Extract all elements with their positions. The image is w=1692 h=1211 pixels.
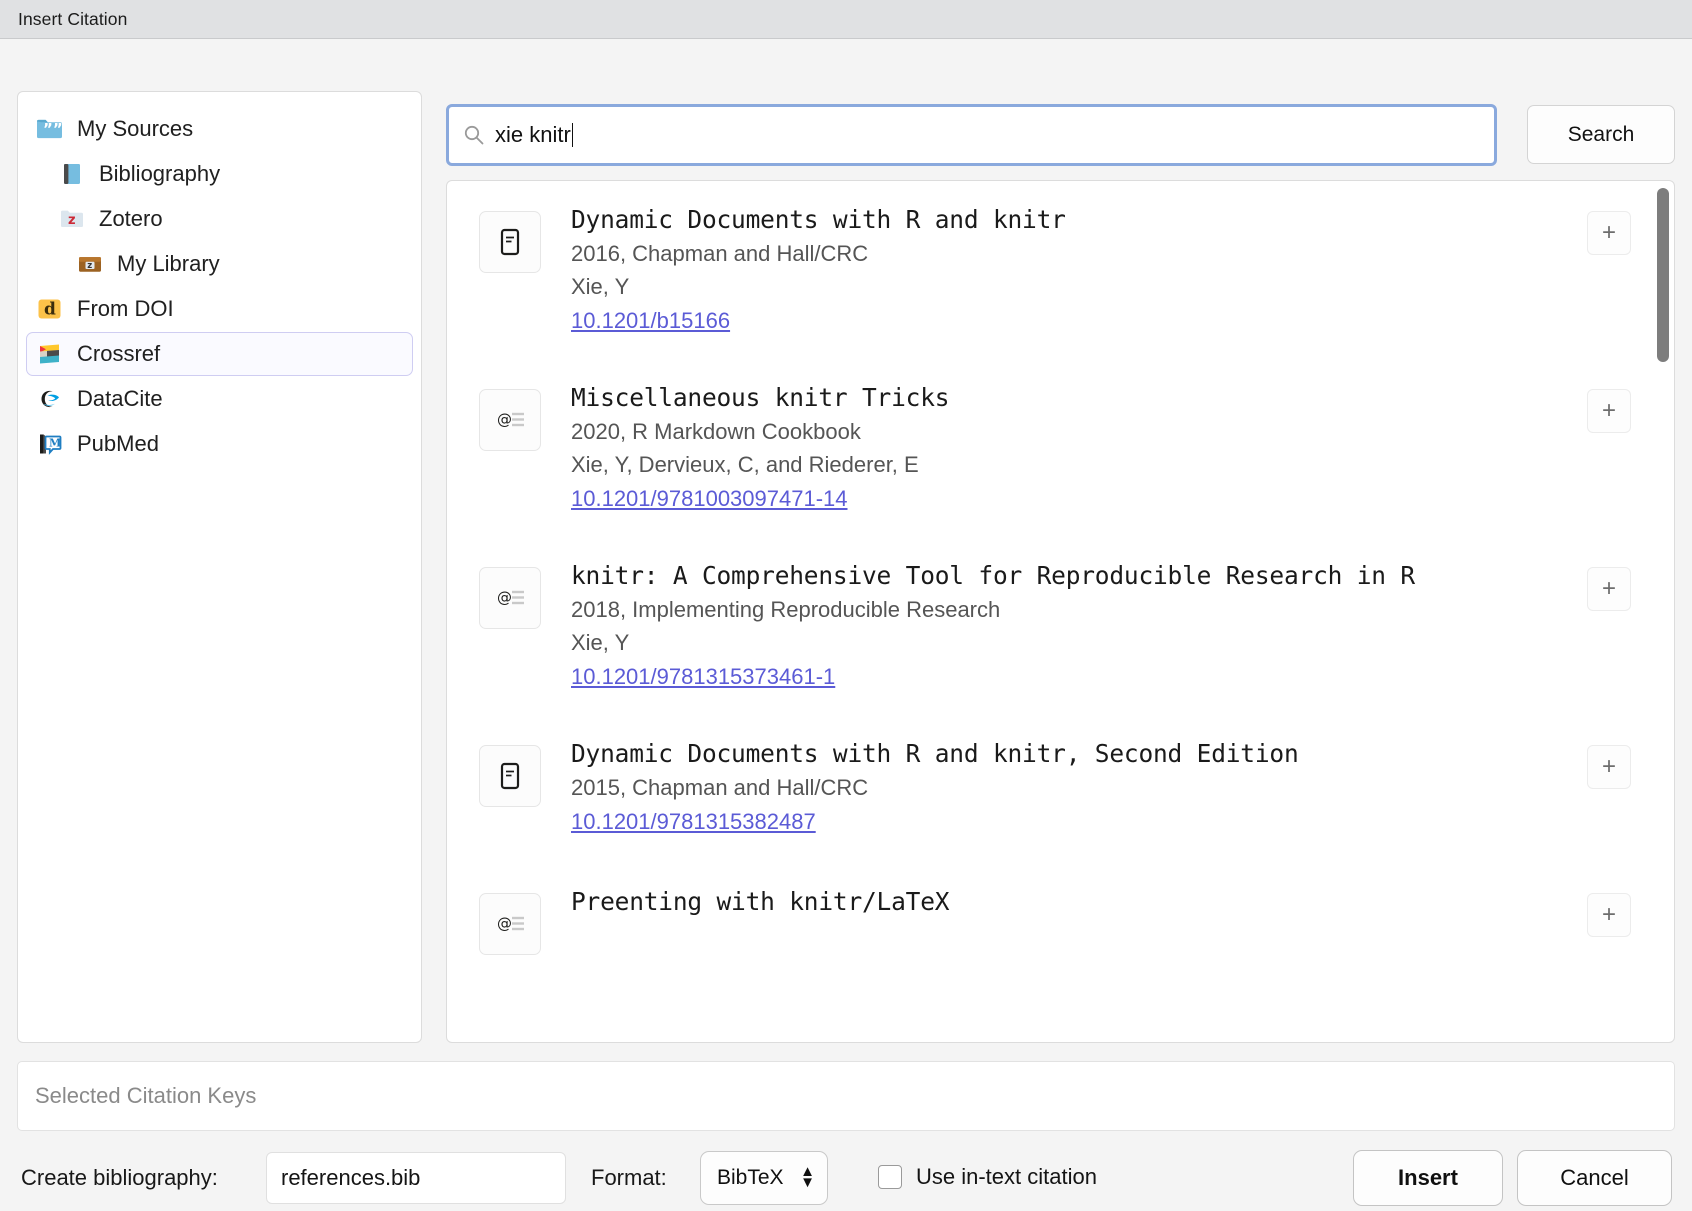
result-text: Dynamic Documents with R and knitr, Seco… xyxy=(571,737,1675,838)
result-doi-link[interactable]: 10.1201/9781315373461-1 xyxy=(571,660,835,693)
book-icon xyxy=(57,159,87,189)
sidebar-item-label: My Library xyxy=(117,251,220,277)
selected-citation-keys-placeholder: Selected Citation Keys xyxy=(35,1083,256,1109)
result-text: Preenting with knitr/LaTeX xyxy=(571,885,1675,919)
result-text: Dynamic Documents with R and knitr 2016,… xyxy=(571,203,1675,337)
svg-text:d: d xyxy=(44,300,56,320)
result-doi-link[interactable]: 10.1201/9781003097471-14 xyxy=(571,482,848,515)
result-title: Preenting with knitr/LaTeX xyxy=(571,885,1675,919)
sidebar-item-datacite[interactable]: DataCite xyxy=(26,377,413,421)
sidebar-item-pubmed[interactable]: M PubMed xyxy=(26,422,413,466)
result-item[interactable]: @ knitr: A Comprehensive Tool for Reprod… xyxy=(447,537,1675,715)
sources-sidebar: ”” My Sources Bibliography z Zotero xyxy=(17,91,422,1043)
search-results-panel: Dynamic Documents with R and knitr 2016,… xyxy=(446,180,1675,1043)
result-meta: 2015, Chapman and Hall/CRC xyxy=(571,771,1675,804)
book-document-icon xyxy=(479,211,541,273)
sidebar-item-label: Bibliography xyxy=(99,161,220,187)
sidebar-item-label: My Sources xyxy=(77,116,193,142)
sidebar-item-label: DataCite xyxy=(77,386,163,412)
add-citation-button[interactable]: + xyxy=(1587,211,1631,255)
dialog-footer: Create bibliography: references.bib Form… xyxy=(0,1149,1692,1211)
sidebar-item-zotero[interactable]: z Zotero xyxy=(26,197,413,241)
result-item[interactable]: @ Preenting with knitr/LaTeX + xyxy=(447,863,1675,1011)
selected-citation-keys-input[interactable]: Selected Citation Keys xyxy=(17,1061,1675,1131)
result-authors: Xie, Y xyxy=(571,626,1675,659)
result-meta: 2018, Implementing Reproducible Research xyxy=(571,593,1675,626)
search-input[interactable]: xie knitr xyxy=(446,104,1497,166)
doi-icon: d xyxy=(35,294,65,324)
chapter-document-icon: @ xyxy=(479,389,541,451)
format-select-value: BibTeX xyxy=(717,1166,784,1190)
svg-text:@: @ xyxy=(497,589,512,607)
search-input-value: xie knitr xyxy=(495,122,571,148)
add-citation-button[interactable]: + xyxy=(1587,745,1631,789)
svg-text:z: z xyxy=(87,261,92,271)
crossref-icon xyxy=(35,339,65,369)
result-meta: 2020, R Markdown Cookbook xyxy=(571,415,1675,448)
cancel-button[interactable]: Cancel xyxy=(1517,1150,1672,1206)
search-icon xyxy=(463,124,485,146)
results-scrollbar-thumb[interactable] xyxy=(1657,188,1669,362)
add-citation-button[interactable]: + xyxy=(1587,893,1631,937)
svg-text:M: M xyxy=(49,437,61,450)
result-title: Dynamic Documents with R and knitr xyxy=(571,203,1675,237)
bibliography-filename-input[interactable]: references.bib xyxy=(266,1152,566,1204)
insert-button[interactable]: Insert xyxy=(1353,1150,1503,1206)
quote-folder-icon: ”” xyxy=(35,114,65,144)
format-select[interactable]: BibTeX ▲▼ xyxy=(700,1151,828,1205)
search-row: xie knitr Search xyxy=(446,104,1675,166)
create-bibliography-label: Create bibliography: xyxy=(21,1165,218,1191)
pubmed-icon: M xyxy=(35,429,65,459)
result-title: knitr: A Comprehensive Tool for Reproduc… xyxy=(571,559,1675,593)
book-document-icon xyxy=(479,745,541,807)
sidebar-item-label: Zotero xyxy=(99,206,163,232)
sidebar-item-label: From DOI xyxy=(77,296,174,322)
svg-text:@: @ xyxy=(497,411,512,429)
dialog-body: ”” My Sources Bibliography z Zotero xyxy=(0,39,1692,1211)
result-meta: 2016, Chapman and Hall/CRC xyxy=(571,237,1675,270)
add-citation-button[interactable]: + xyxy=(1587,389,1631,433)
svg-text:z: z xyxy=(68,213,76,228)
result-authors: Xie, Y xyxy=(571,270,1675,303)
zotero-folder-icon: z xyxy=(57,204,87,234)
result-title: Dynamic Documents with R and knitr, Seco… xyxy=(571,737,1675,771)
svg-text:””: ”” xyxy=(43,120,63,138)
format-label: Format: xyxy=(591,1165,667,1191)
result-item[interactable]: Dynamic Documents with R and knitr 2016,… xyxy=(447,181,1675,359)
chevron-updown-icon: ▲▼ xyxy=(800,1167,815,1189)
sidebar-item-label: PubMed xyxy=(77,431,159,457)
chapter-document-icon: @ xyxy=(479,567,541,629)
sidebar-item-label: Crossref xyxy=(77,341,160,367)
result-doi-link[interactable]: 10.1201/b15166 xyxy=(571,304,730,337)
window-titlebar: Insert Citation xyxy=(0,0,1692,39)
window-title: Insert Citation xyxy=(18,9,127,30)
svg-text:@: @ xyxy=(497,915,512,933)
result-text: knitr: A Comprehensive Tool for Reproduc… xyxy=(571,559,1675,693)
result-text: Miscellaneous knitr Tricks 2020, R Markd… xyxy=(571,381,1675,515)
result-doi-link[interactable]: 10.1201/9781315382487 xyxy=(571,805,816,838)
sidebar-item-from-doi[interactable]: d From DOI xyxy=(26,287,413,331)
chapter-document-icon: @ xyxy=(479,893,541,955)
zotero-library-icon: z xyxy=(75,249,105,279)
datacite-icon xyxy=(35,384,65,414)
sidebar-item-crossref[interactable]: Crossref xyxy=(26,332,413,376)
search-button[interactable]: Search xyxy=(1527,105,1675,164)
result-item[interactable]: Dynamic Documents with R and knitr, Seco… xyxy=(447,715,1675,863)
result-authors: Xie, Y, Dervieux, C, and Riederer, E xyxy=(571,448,1675,481)
use-in-text-citation-row[interactable]: Use in-text citation xyxy=(878,1164,1097,1190)
sidebar-item-my-sources[interactable]: ”” My Sources xyxy=(26,107,413,151)
sidebar-item-bibliography[interactable]: Bibliography xyxy=(26,152,413,196)
search-results-list: Dynamic Documents with R and knitr 2016,… xyxy=(447,181,1675,1011)
results-scrollbar[interactable] xyxy=(1656,187,1670,1038)
use-in-text-citation-checkbox[interactable] xyxy=(878,1165,902,1189)
result-item[interactable]: @ Miscellaneous knitr Tricks 2020, R Mar… xyxy=(447,359,1675,537)
result-title: Miscellaneous knitr Tricks xyxy=(571,381,1675,415)
use-in-text-citation-label: Use in-text citation xyxy=(916,1164,1097,1190)
text-caret xyxy=(572,123,574,147)
sidebar-item-my-library[interactable]: z My Library xyxy=(26,242,413,286)
add-citation-button[interactable]: + xyxy=(1587,567,1631,611)
